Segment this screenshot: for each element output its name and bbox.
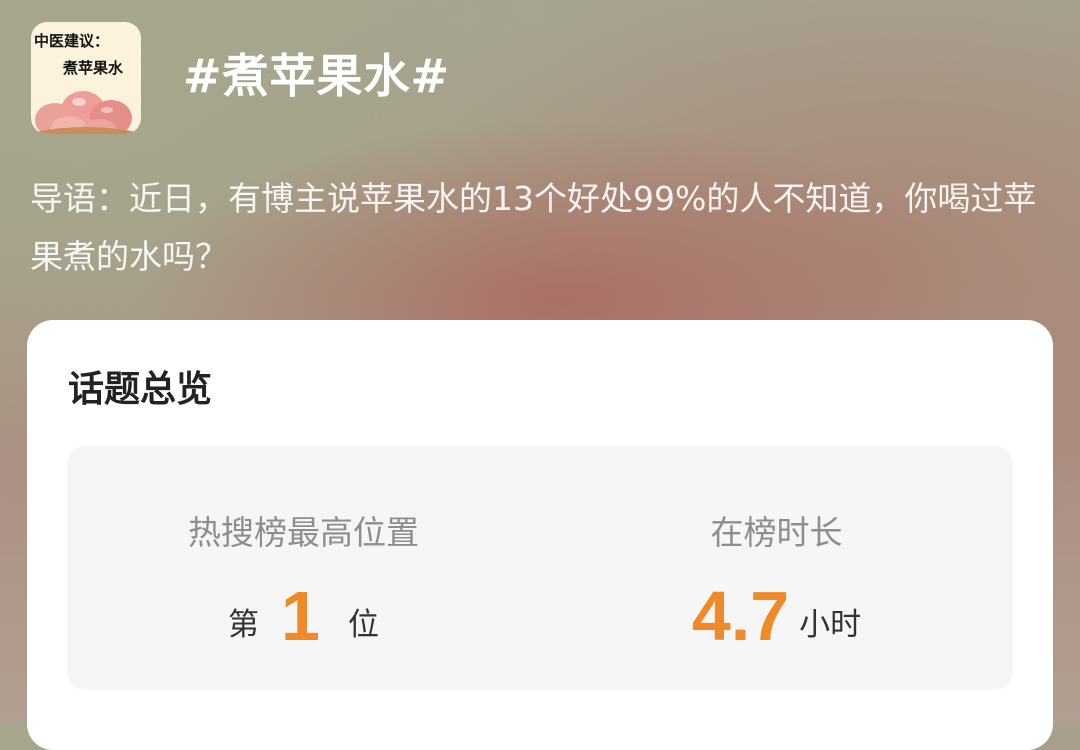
- thumbnail-caption-line2: 煮苹果水: [63, 59, 124, 77]
- topic-title: #煮苹果水#: [183, 49, 451, 103]
- topic-header: 中医建议： 煮苹果水 #煮苹果水#: [31, 22, 450, 134]
- thumbnail-caption-line1: 中医建议：: [34, 32, 110, 50]
- topic-thumbnail[interactable]: 中医建议： 煮苹果水: [31, 22, 141, 134]
- stat-label: 热搜榜最高位置: [188, 513, 419, 552]
- stat-unit: 位: [347, 607, 379, 643]
- overview-card: 话题总览 热搜榜最高位置 第 1 位 在榜时长 4.7 小时: [27, 320, 1053, 750]
- stat-value-row: 4.7 小时: [540, 574, 1013, 654]
- overview-title: 话题总览: [68, 369, 213, 410]
- stat-highest-rank: 热搜榜最高位置 第 1 位: [67, 446, 540, 690]
- stat-value-row: 第 1 位: [67, 574, 540, 654]
- stat-duration-on-list: 在榜时长 4.7 小时: [540, 446, 1013, 690]
- stat-unit: 小时: [799, 607, 862, 643]
- overview-stats: 热搜榜最高位置 第 1 位 在榜时长 4.7 小时: [67, 446, 1013, 690]
- topic-intro: 导语：近日，有博主说苹果水的13个好处99%的人不知道，你喝过苹果煮的水吗？: [30, 179, 1037, 276]
- stat-prefix: 第: [228, 607, 260, 643]
- stat-number: 1: [281, 577, 320, 655]
- apple-pile-image: [35, 91, 137, 134]
- stat-number: 4.7: [691, 577, 790, 655]
- stat-label: 在榜时长: [710, 513, 843, 552]
